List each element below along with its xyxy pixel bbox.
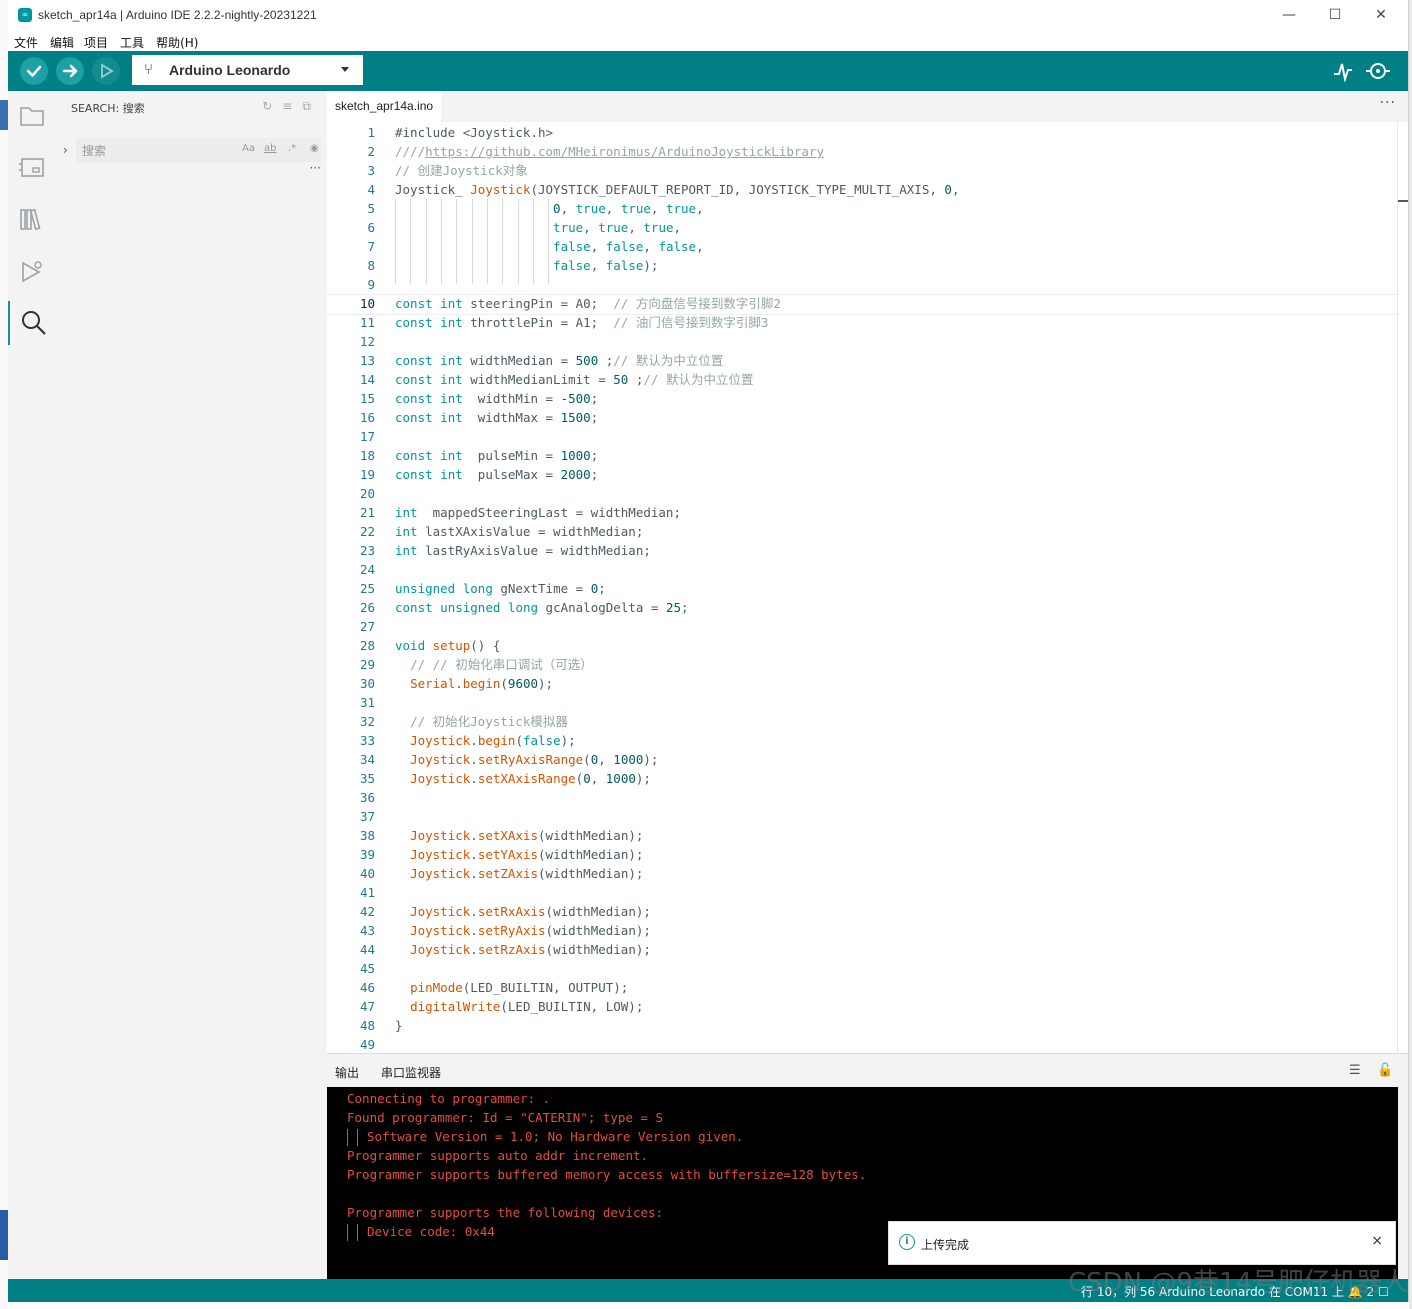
verify-icon (26, 65, 42, 77)
library-manager-icon (20, 208, 41, 231)
debug-button[interactable] (92, 57, 120, 85)
output-line-text: Device code: 0x44 (367, 1224, 495, 1239)
eye-icon[interactable]: ◉ (310, 143, 319, 154)
line-number-gutter: 1 2 3 4 5 6 7 8 9 10 11 12 13 14 15 16 17 18 19 20 21 22 23 24 2… (359, 125, 375, 1052)
notification-message: 上传完成 (921, 1238, 970, 1252)
upload-button[interactable] (56, 57, 84, 85)
output-line-text: Software Version = 1.0; No Hardware Vers… (367, 1129, 744, 1144)
sketchbook-icon (20, 107, 44, 126)
collapse-all-icon[interactable]: ⧉ (302, 99, 321, 113)
output-line: Device code: 0x44 (347, 1222, 495, 1241)
code-lines: #include <Joystick.h> ////https://github… (395, 125, 960, 1033)
console-scrollbar[interactable] (1398, 1087, 1408, 1279)
clear-output-icon[interactable]: ☰ (1349, 1063, 1361, 1078)
usb-icon: ⑂ (144, 60, 154, 78)
editor-scrollbar[interactable] (1397, 122, 1408, 1053)
search-box: Aa ab .* ◉ (76, 138, 321, 164)
menu-sketch[interactable]: 项目 (78, 32, 108, 51)
output-line-text: Found programmer: Id = "CATERIN"; type =… (347, 1110, 664, 1125)
maximize-button[interactable]: ☐ (1312, 0, 1358, 32)
watermark: CSDN @9巷14号肥仔机器人 (1068, 1268, 1409, 1298)
minimize-button[interactable]: — (1266, 0, 1312, 32)
verify-button[interactable] (20, 57, 48, 85)
chevron-down-icon (341, 67, 349, 72)
more-actions-icon[interactable]: ··· (1380, 95, 1396, 111)
use-regex-toggle[interactable]: .* (288, 143, 296, 154)
serial-monitor-icon[interactable] (1366, 60, 1390, 82)
arduino-logo-icon: ∞ (18, 8, 32, 22)
clear-results-icon[interactable]: ≡ (282, 99, 302, 113)
output-line: Found programmer: Id = "CATERIN"; type =… (347, 1108, 663, 1127)
refresh-icon[interactable]: ↻ (262, 99, 282, 113)
output-line: Connecting to programmer: . (347, 1089, 550, 1108)
output-line-text: Programmer supports buffered memory acce… (347, 1167, 867, 1182)
info-icon: i (899, 1234, 915, 1250)
match-whole-word-toggle[interactable]: ab (264, 143, 276, 154)
window-title: sketch_apr14a | Arduino IDE 2.2.2-nightl… (38, 8, 317, 22)
arduino-ide-window: ∞ sketch_apr14a | Arduino IDE 2.2.2-nigh… (8, 0, 1409, 1302)
output-line: Software Version = 1.0; No Hardware Vers… (347, 1127, 743, 1146)
board-selector[interactable]: ⑂ Arduino Leonardo (132, 55, 363, 85)
editor-tab-bar: sketch_apr14a.ino ··· (327, 91, 1408, 123)
tab-sketch[interactable]: sketch_apr14a.ino (327, 91, 442, 122)
search-icon (22, 311, 46, 335)
toggle-replace-icon[interactable]: › (63, 143, 68, 157)
menu-file[interactable]: 文件 (8, 32, 38, 51)
debug-panel-button[interactable] (8, 249, 56, 293)
menu-help[interactable]: 帮助(H) (150, 32, 198, 51)
library-manager-button[interactable] (8, 197, 56, 241)
toolbar: ⑂ Arduino Leonardo (8, 51, 1408, 91)
output-line-text: Programmer supports the following device… (347, 1205, 664, 1220)
serial-plotter-icon[interactable] (1332, 60, 1354, 82)
title-bar: ∞ sketch_apr14a | Arduino IDE 2.2.2-nigh… (8, 0, 1408, 32)
menu-tools[interactable]: 工具 (114, 32, 144, 51)
search-input[interactable] (76, 138, 234, 164)
background-window-edge (0, 0, 8, 1309)
boards-manager-icon (19, 158, 44, 177)
search-actions: ↻≡⧉ (262, 99, 321, 114)
debug-icon (22, 261, 42, 283)
search-header: SEARCH: 搜索 (71, 102, 145, 115)
more-options-icon[interactable]: ··· (310, 161, 321, 175)
output-line-text: Programmer supports auto addr increment. (347, 1148, 649, 1163)
code-editor[interactable]: 1 2 3 4 5 6 7 8 9 10 11 12 13 14 15 16 17 18 19 20 21 22 23 24 2… (327, 122, 1408, 1053)
close-notification-icon[interactable]: × (1371, 1233, 1383, 1249)
board-name: Arduino Leonardo (169, 62, 291, 78)
output-line: Programmer supports buffered memory acce… (347, 1165, 866, 1184)
menu-bar: 文件 编辑 项目 工具 帮助(H) (8, 32, 1408, 52)
upload-complete-notification: i 上传完成 × (888, 1221, 1396, 1265)
close-button[interactable]: ✕ (1358, 0, 1404, 32)
search-sidebar: SEARCH: 搜索 ↻≡⧉ › Aa ab .* ◉ ··· (56, 91, 327, 1279)
lock-scroll-icon[interactable]: 🔓 (1377, 1063, 1393, 1078)
activity-bar (8, 91, 57, 1279)
output-panel-header: 输出 串口监视器 ☰ 🔓 (327, 1053, 1408, 1087)
upload-icon (62, 64, 78, 78)
menu-edit[interactable]: 编辑 (44, 32, 74, 51)
output-line: Programmer supports auto addr increment. (347, 1146, 648, 1165)
sketchbook-button[interactable] (8, 93, 56, 137)
boards-manager-button[interactable] (8, 145, 56, 189)
tab-serial-monitor[interactable]: 串口监视器 (381, 1064, 441, 1081)
debug-icon (101, 63, 114, 79)
search-panel-button[interactable] (8, 301, 58, 345)
match-case-toggle[interactable]: Aa (242, 143, 255, 154)
output-line: Programmer supports the following device… (347, 1203, 663, 1222)
output-line-text: Connecting to programmer: . (347, 1091, 551, 1106)
tab-output[interactable]: 输出 (335, 1064, 359, 1081)
